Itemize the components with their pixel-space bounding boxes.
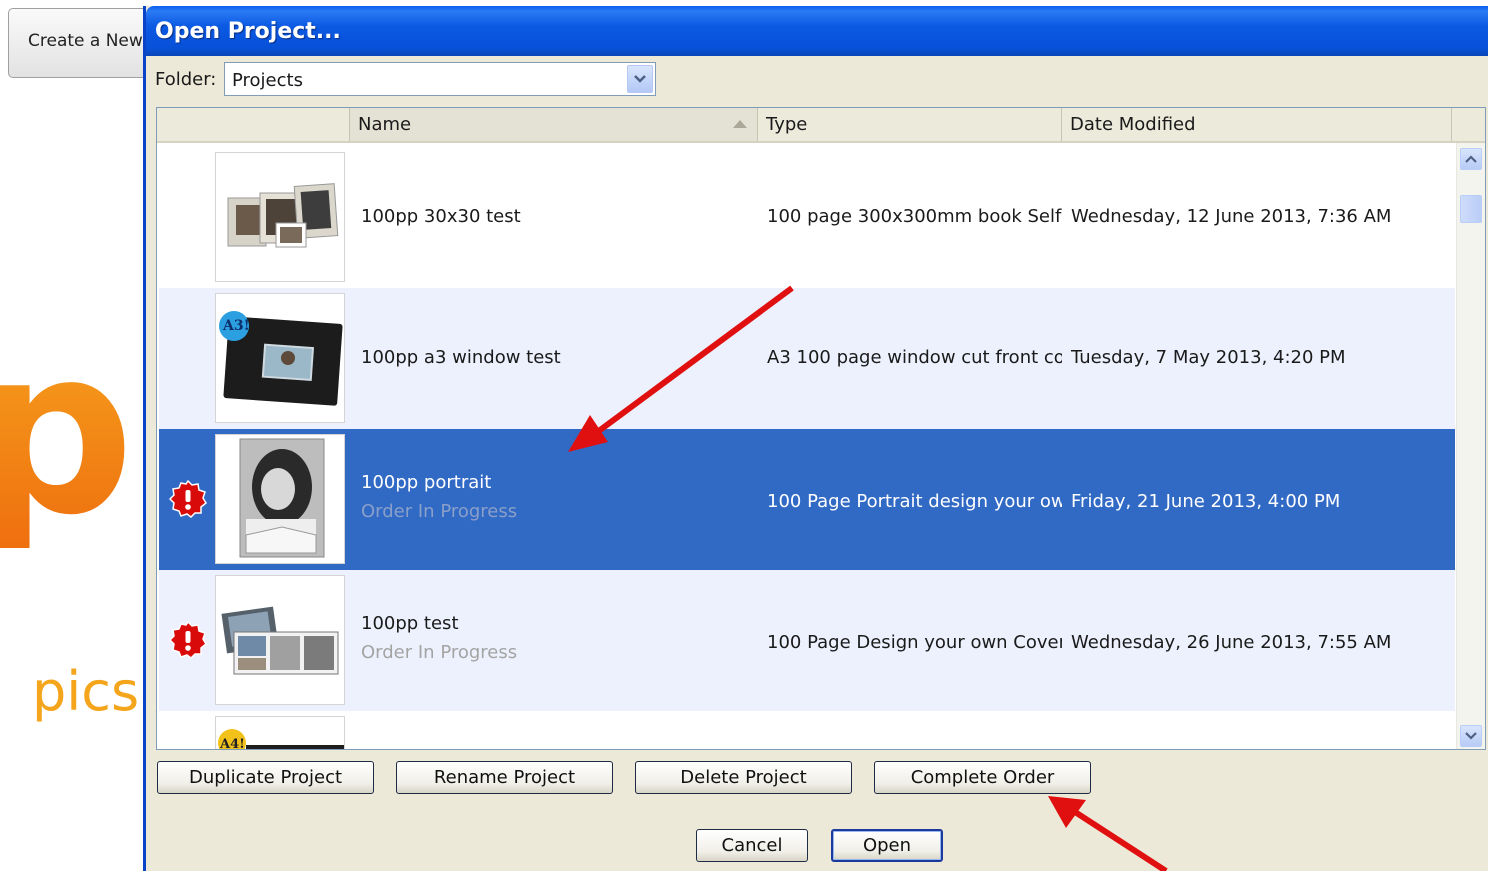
project-name: 100pp test	[361, 613, 459, 634]
duplicate-project-button[interactable]: Duplicate Project	[157, 761, 374, 794]
project-name: 100pp a3 window test	[361, 347, 561, 368]
project-date: Friday, 21 June 2013, 4:00 PM	[1071, 491, 1341, 512]
project-name: 100pp portrait	[361, 472, 492, 493]
project-date: Wednesday, 12 June 2013, 7:36 AM	[1071, 206, 1392, 227]
folder-value: Projects	[232, 70, 303, 91]
project-row[interactable]: A4!	[159, 711, 1455, 750]
column-header-name[interactable]: Name	[350, 108, 758, 141]
column-type-label: Type	[766, 114, 808, 135]
column-header-icon[interactable]	[157, 108, 350, 141]
brand-logo-text: pics	[32, 660, 140, 723]
order-status: Order In Progress	[361, 642, 518, 663]
photo-collage-thumbnail	[215, 152, 345, 282]
list-header: Name Type Date Modified	[157, 108, 1485, 143]
a3-window-book-thumbnail: A3!	[215, 293, 345, 423]
project-date: Tuesday, 7 May 2013, 4:20 PM	[1071, 347, 1346, 368]
warning-icon	[169, 480, 207, 518]
folder-select[interactable]: Projects	[224, 62, 656, 96]
a4-book-thumbnail: A4!	[215, 716, 345, 750]
scroll-down-icon[interactable]	[1460, 725, 1482, 747]
open-button[interactable]: Open	[831, 829, 943, 862]
a3-badge: A3!	[222, 318, 250, 334]
create-new-label: Create a New	[28, 31, 143, 51]
photo-book-thumbnail	[215, 575, 345, 705]
rename-project-button[interactable]: Rename Project	[396, 761, 613, 794]
project-row[interactable]: 100pp test Order In Progress 100 Page De…	[159, 570, 1455, 711]
project-name: 100pp 30x30 test	[361, 206, 521, 227]
open-project-dialog: Open Project... Folder: Projects Name Ty…	[143, 6, 1488, 871]
column-header-type[interactable]: Type	[758, 108, 1062, 141]
column-name-label: Name	[358, 114, 412, 135]
a4-badge: A4!	[219, 737, 245, 750]
complete-order-button[interactable]: Complete Order	[874, 761, 1091, 794]
dialog-title: Open Project...	[155, 19, 341, 44]
project-type: 100 Page Portrait design your ow...	[767, 491, 1062, 512]
delete-project-button[interactable]: Delete Project	[635, 761, 852, 794]
folder-label: Folder:	[155, 69, 217, 90]
project-row-selected[interactable]: 100pp portrait Order In Progress 100 Pag…	[159, 429, 1455, 570]
scroll-up-icon[interactable]	[1460, 148, 1482, 170]
chevron-down-icon[interactable]	[627, 65, 653, 93]
vertical-scrollbar[interactable]	[1456, 143, 1485, 749]
project-type: 100 Page Design your own Cover ...	[767, 632, 1062, 653]
project-row[interactable]: A3! 100pp a3 window test A3 100 page win…	[159, 288, 1455, 429]
column-header-date[interactable]: Date Modified	[1062, 108, 1452, 141]
project-list: Name Type Date Modified 100pp 30x30 test…	[156, 107, 1486, 750]
project-type: 100 page 300x300mm book Self D...	[767, 206, 1062, 227]
project-date: Wednesday, 26 June 2013, 7:55 AM	[1071, 632, 1392, 653]
column-date-label: Date Modified	[1070, 114, 1196, 135]
order-status: Order In Progress	[361, 501, 518, 522]
scrollbar-thumb[interactable]	[1460, 195, 1482, 223]
cancel-button[interactable]: Cancel	[696, 829, 808, 862]
warning-icon	[169, 621, 207, 659]
title-bar[interactable]: Open Project...	[146, 6, 1488, 56]
project-type: A3 100 page window cut front cover	[767, 347, 1062, 368]
create-new-button[interactable]: Create a New	[8, 8, 158, 78]
portrait-photo-thumbnail	[215, 434, 345, 564]
sort-ascending-icon	[733, 120, 747, 128]
project-row[interactable]: 100pp 30x30 test 100 page 300x300mm book…	[159, 147, 1455, 288]
